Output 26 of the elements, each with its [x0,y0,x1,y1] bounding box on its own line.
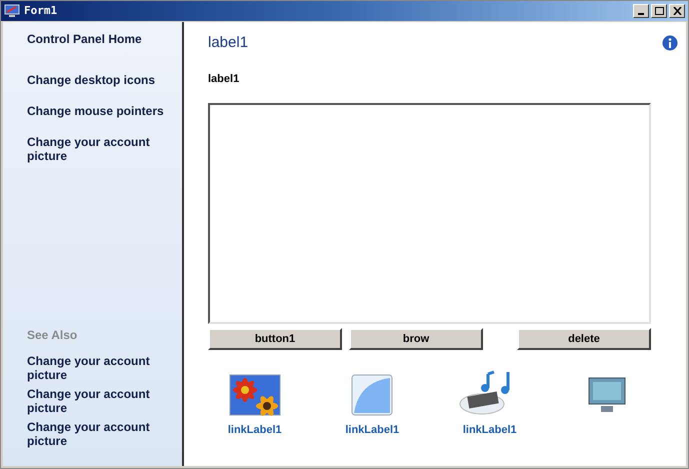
maximize-icon [654,7,664,15]
task-link[interactable]: Change desktop icons [27,73,177,87]
heading: label1 [208,33,248,53]
push-button[interactable]: brow [349,328,483,350]
blank-picture-icon [351,374,394,416]
task-link[interactable]: Change your account picture [27,135,177,163]
home-link[interactable]: Control Panel Home [27,32,177,46]
push-button[interactable]: button1 [208,328,342,350]
related-link[interactable]: Change your account picture [27,387,177,415]
task-link[interactable]: Change mouse pointers [27,104,177,118]
related-link[interactable]: Change your account picture [27,354,177,382]
push-button[interactable]: delete [517,328,651,350]
close-button[interactable] [669,4,685,18]
label: label1 [208,72,240,86]
window-title: Form1 [24,2,58,19]
flower-thumbnail-icon [228,374,281,416]
close-icon [672,7,682,15]
link-label[interactable]: linkLabel1 [345,422,400,438]
info-icon[interactable] [662,35,678,52]
minimize-button[interactable] [633,4,649,18]
section-title: See Also [27,327,78,344]
monitor-icon [4,4,20,18]
link-label[interactable]: linkLabel1 [228,422,282,438]
link-label[interactable]: linkLabel1 [462,422,517,438]
maximize-button[interactable] [651,4,667,18]
related-link[interactable]: Change your account picture [27,420,177,448]
